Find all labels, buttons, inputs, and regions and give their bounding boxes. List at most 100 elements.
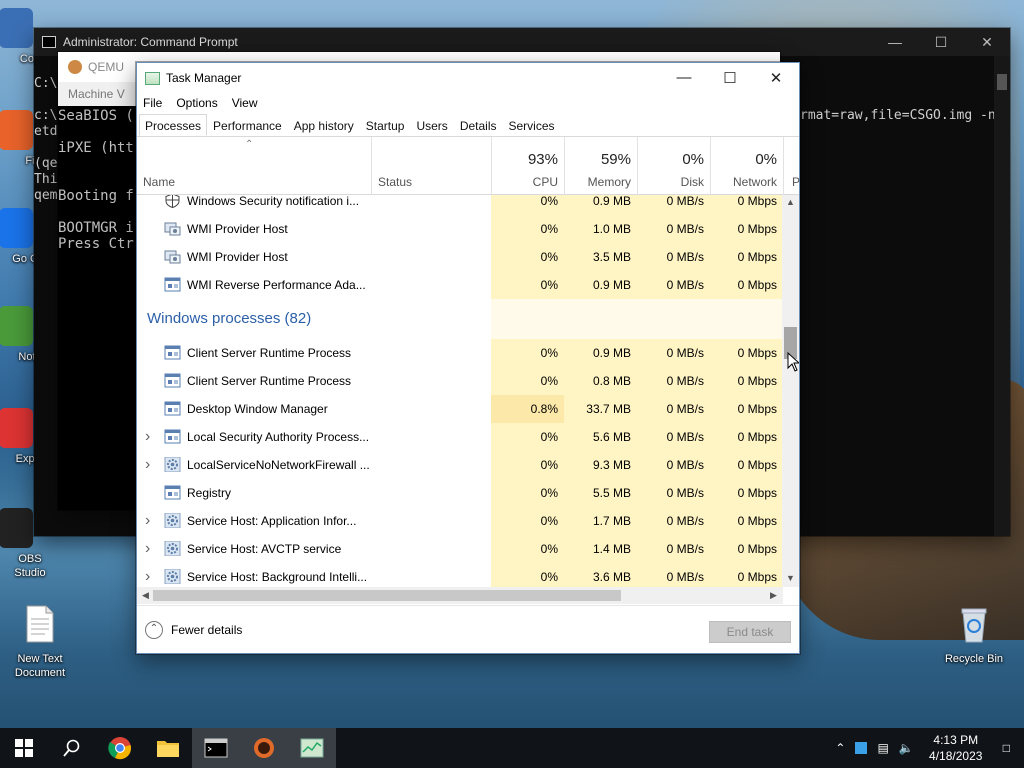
system-tray: ⌃ ▤ 🔈 4:13 PM 4/18/2023 □ bbox=[830, 732, 1024, 764]
volume-icon[interactable]: 🔈 bbox=[899, 741, 914, 755]
scroll-up-icon[interactable]: ▲ bbox=[782, 197, 799, 207]
menu-file[interactable]: File bbox=[143, 96, 162, 110]
folder-icon bbox=[157, 741, 179, 757]
maximize-button[interactable]: ☐ bbox=[918, 34, 964, 51]
gear-icon bbox=[164, 540, 181, 557]
taskbar-file-explorer[interactable] bbox=[144, 728, 192, 768]
minimize-button[interactable]: — bbox=[661, 69, 707, 87]
process-name: Service Host: Application Infor... bbox=[187, 514, 357, 528]
start-button[interactable] bbox=[0, 728, 48, 768]
process-network: 0 Mbps bbox=[710, 423, 783, 451]
desktop-app-icon bbox=[0, 408, 33, 448]
horizontal-scrollbar-thumb[interactable] bbox=[153, 590, 621, 601]
process-row[interactable]: › Local Security Authority Process... 0% 5.… bbox=[137, 423, 783, 451]
cmd-scrollbar[interactable] bbox=[994, 56, 1010, 536]
column-power-label: P bbox=[792, 175, 801, 189]
process-cpu: 0% bbox=[491, 423, 564, 451]
expand-chevron-icon[interactable]: › bbox=[145, 563, 150, 587]
cmd-scrollbar-thumb[interactable] bbox=[997, 74, 1007, 90]
process-row[interactable]: Client Server Runtime Process 0% 0.9 MB 0 M… bbox=[137, 339, 783, 367]
process-name: Service Host: AVCTP service bbox=[187, 542, 342, 556]
process-list-vertical-scrollbar[interactable]: ▲ ▼ bbox=[782, 195, 799, 587]
taskbar-task-manager[interactable] bbox=[288, 728, 336, 768]
clock-date: 4/18/2023 bbox=[929, 749, 983, 763]
expand-chevron-icon[interactable]: › bbox=[145, 451, 150, 479]
tab-details[interactable]: Details bbox=[454, 114, 503, 136]
process-row[interactable]: › Service Host: AVCTP service 0% 1.4 MB 0 MB… bbox=[137, 535, 783, 563]
process-row[interactable]: WMI Reverse Performance Ada... 0% 0.9 MB 0 … bbox=[137, 271, 783, 299]
expand-chevron-icon[interactable]: › bbox=[145, 507, 150, 535]
window-icon bbox=[164, 277, 181, 292]
desktop-app-icon bbox=[0, 8, 33, 48]
process-row[interactable]: Client Server Runtime Process 0% 0.8 MB 0 M… bbox=[137, 367, 783, 395]
tab-startup[interactable]: Startup bbox=[360, 114, 411, 136]
process-memory: 5.6 MB bbox=[564, 423, 637, 451]
process-name: LocalServiceNoNetworkFirewall ... bbox=[187, 458, 370, 472]
column-disk[interactable]: 0% Disk bbox=[637, 137, 710, 195]
process-row[interactable]: WMI Provider Host 0% 3.5 MB 0 MB/s 0 Mbps bbox=[137, 243, 783, 271]
search-button[interactable] bbox=[48, 728, 96, 768]
process-row[interactable]: › LocalServiceNoNetworkFirewall ... 0% 9.3 … bbox=[137, 451, 783, 479]
scroll-left-icon[interactable]: ◀ bbox=[142, 587, 149, 604]
network-icon[interactable]: ▤ bbox=[877, 741, 888, 755]
column-cpu[interactable]: 93% CPU bbox=[491, 137, 564, 195]
group-header-row[interactable]: Windows processes (82) bbox=[137, 299, 783, 339]
tray-app-icon[interactable] bbox=[855, 742, 868, 754]
clock[interactable]: 4:13 PM 4/18/2023 bbox=[919, 732, 993, 764]
process-row[interactable]: › Service Host: Background Intelli... 0% 3.… bbox=[137, 563, 783, 587]
cmd-icon bbox=[42, 36, 56, 48]
window-icon bbox=[164, 345, 181, 360]
disk-total: 0% bbox=[682, 151, 704, 168]
tab-users[interactable]: Users bbox=[410, 114, 453, 136]
taskbar-qemu[interactable] bbox=[240, 728, 288, 768]
minimize-button[interactable]: — bbox=[872, 34, 918, 51]
tab-processes[interactable]: Processes bbox=[139, 114, 208, 136]
process-row[interactable]: WMI Provider Host 0% 1.0 MB 0 MB/s 0 Mbps bbox=[137, 215, 783, 243]
fewer-details-label: Fewer details bbox=[171, 623, 243, 637]
process-name: Service Host: Background Intelli... bbox=[187, 570, 368, 584]
tab-performance[interactable]: Performance bbox=[207, 114, 288, 136]
column-memory[interactable]: 59% Memory bbox=[564, 137, 637, 195]
wmi-icon bbox=[164, 249, 181, 264]
menu-view[interactable]: View bbox=[232, 96, 258, 110]
process-row[interactable]: › Service Host: Application Infor... 0% 1.7… bbox=[137, 507, 783, 535]
expand-chevron-icon[interactable]: › bbox=[145, 535, 150, 563]
end-task-button[interactable]: End task bbox=[709, 621, 791, 643]
task-manager-window[interactable]: Task Manager — ☐ ✕ File Options View Pro… bbox=[136, 62, 800, 654]
close-button[interactable]: ✕ bbox=[964, 34, 1010, 51]
process-network: 0 Mbps bbox=[710, 507, 783, 535]
close-button[interactable]: ✕ bbox=[753, 69, 799, 87]
process-row[interactable]: Windows Security notification i... 0% 0.9 … bbox=[137, 195, 783, 215]
scroll-right-icon[interactable]: ▶ bbox=[770, 587, 777, 604]
gear-icon bbox=[164, 512, 181, 529]
task-manager-footer: ⌃ Fewer details End task bbox=[137, 605, 799, 653]
taskbar-command-prompt[interactable] bbox=[192, 728, 240, 768]
process-name: WMI Provider Host bbox=[187, 250, 288, 264]
desktop-icon-new-text-document[interactable]: New Text Document bbox=[2, 604, 78, 680]
tray-chevron-up-icon[interactable]: ⌃ bbox=[835, 741, 845, 755]
process-network: 0 Mbps bbox=[710, 243, 783, 271]
notifications-icon[interactable]: □ bbox=[1003, 741, 1010, 755]
tab-app-history[interactable]: App history bbox=[288, 114, 360, 136]
column-network[interactable]: 0% Network bbox=[710, 137, 783, 195]
column-disk-label: Disk bbox=[680, 175, 704, 189]
task-manager-titlebar[interactable]: Task Manager — ☐ ✕ bbox=[137, 63, 799, 93]
memory-total: 59% bbox=[600, 151, 631, 168]
column-name[interactable]: Name bbox=[137, 137, 371, 195]
tab-services[interactable]: Services bbox=[503, 114, 561, 136]
process-list-horizontal-scrollbar[interactable]: ◀ ▶ bbox=[137, 587, 783, 604]
taskbar-chrome[interactable] bbox=[96, 728, 144, 768]
desktop-icon-recycle-bin[interactable]: Recycle Bin bbox=[936, 604, 1012, 666]
scroll-down-icon[interactable]: ▼ bbox=[782, 573, 799, 583]
taskbar: ⌃ ▤ 🔈 4:13 PM 4/18/2023 □ bbox=[0, 728, 1024, 768]
column-power[interactable]: P bbox=[783, 137, 801, 195]
column-status[interactable]: Status bbox=[371, 137, 491, 195]
expand-chevron-icon[interactable]: › bbox=[145, 423, 150, 451]
process-network: 0 Mbps bbox=[710, 451, 783, 479]
process-row[interactable]: Registry 0% 5.5 MB 0 MB/s 0 Mbps bbox=[137, 479, 783, 507]
fewer-details-button[interactable]: ⌃ Fewer details bbox=[145, 621, 242, 639]
process-row[interactable]: Desktop Window Manager 0.8% 33.7 MB 0 MB/s 0… bbox=[137, 395, 783, 423]
menu-options[interactable]: Options bbox=[176, 96, 217, 110]
maximize-button[interactable]: ☐ bbox=[707, 69, 753, 87]
process-name: Local Security Authority Process... bbox=[187, 430, 370, 444]
